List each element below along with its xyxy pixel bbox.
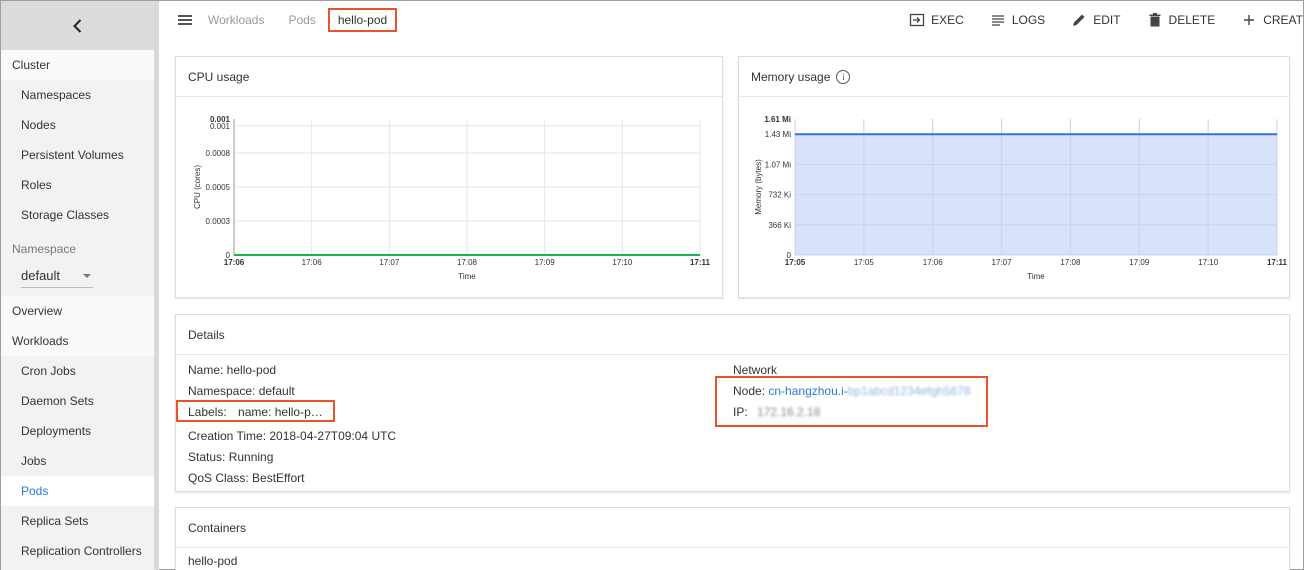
details-card: Details Name: hello-pod Namespace: defau…: [175, 314, 1290, 492]
action-bar: EXEC LOGS EDIT DELETE CREAT: [883, 1, 1303, 39]
x-tick-label: 17:06: [923, 258, 944, 267]
memory-chart: 1.61 Mi1.43 Mi1.07 Mi732 Ki366 Ki017:05 1…: [754, 115, 1288, 281]
logs-icon: [991, 15, 1004, 26]
sidebar-item-deployments[interactable]: Deployments: [1, 416, 154, 446]
y-tick-label: 0.0003: [206, 217, 231, 226]
y-tick-label: 732 Ki: [768, 191, 791, 200]
exec-button[interactable]: EXEC: [909, 12, 964, 28]
sidebar-item-nodes[interactable]: Nodes: [1, 110, 154, 140]
plus-icon: [1244, 15, 1255, 25]
breadcrumb-workloads[interactable]: Workloads: [208, 13, 264, 27]
memory-usage-card: Memory usage i 1.61 Mi 1.43 Mi 1.07 Mi 732 …: [738, 56, 1290, 298]
chevron-left-icon: [72, 18, 81, 33]
x-tick-label: 17:11: [1267, 258, 1288, 267]
y-tick-label: 1.61 Mi: [764, 115, 791, 124]
x-tick-label: 17:10: [612, 258, 633, 267]
detail-name: Name: hello-pod: [188, 363, 277, 377]
y-tick-label: 0.001: [210, 122, 231, 131]
sidebar-item-cluster[interactable]: Cluster: [1, 50, 154, 80]
x-tick-label: 17:10: [1198, 258, 1219, 267]
x-tick-label: 17:05: [785, 258, 806, 267]
sidebar-item-replica-sets[interactable]: Replica Sets: [1, 506, 154, 536]
breadcrumb-pods[interactable]: Pods: [288, 13, 315, 27]
x-tick-label: 17:06: [302, 258, 323, 267]
namespace-select[interactable]: default: [21, 264, 93, 288]
create-button[interactable]: CREAT: [1241, 12, 1303, 28]
x-tick-label: 17:06: [224, 258, 245, 267]
exec-label: EXEC: [931, 13, 964, 27]
y-axis-label: CPU (cores): [193, 165, 202, 209]
sidebar-item-namespaces[interactable]: Namespaces: [1, 80, 154, 110]
detail-status: Status: Running: [188, 450, 274, 464]
sidebar-item-pods[interactable]: Pods: [1, 476, 154, 506]
pencil-icon: [1073, 14, 1085, 26]
y-tick-label: 0.0005: [206, 183, 231, 192]
x-tick-label: 17:09: [1129, 258, 1150, 267]
sidebar-item-workloads[interactable]: Workloads: [1, 326, 154, 356]
memory-usage-title: Memory usage: [751, 69, 831, 84]
sidebar-item-replication-controllers[interactable]: Replication Controllers: [1, 536, 154, 566]
container-item[interactable]: hello-pod: [176, 548, 1289, 570]
chevron-down-icon: [83, 273, 91, 278]
memory-usage-header: Memory usage i: [739, 57, 1289, 97]
y-tick-label: 0.0008: [206, 149, 231, 158]
detail-creation-time: Creation Time: 2018-04-27T09:04 UTC: [188, 429, 397, 443]
x-tick-label: 17:11: [690, 258, 711, 267]
sidebar-item-roles[interactable]: Roles: [1, 170, 154, 200]
delete-button[interactable]: DELETE: [1147, 12, 1216, 28]
labels-highlight: [176, 400, 335, 422]
namespace-label: Namespace: [12, 242, 77, 256]
logs-label: LOGS: [1011, 13, 1046, 27]
exec-icon: [909, 13, 925, 27]
containers-card: Containers hello-pod: [175, 507, 1290, 570]
sidebar-item-jobs[interactable]: Jobs: [1, 446, 154, 476]
top-bar: Workloads Pods hello-pod EXEC LOGS EDIT …: [164, 1, 1303, 39]
delete-label: DELETE: [1168, 13, 1216, 27]
edit-button[interactable]: EDIT: [1071, 12, 1121, 28]
x-axis-label: Time: [458, 272, 476, 281]
sidebar-item-cron-jobs[interactable]: Cron Jobs: [1, 356, 154, 386]
y-tick-label: 1.07 Mi: [765, 161, 791, 170]
containers-title: Containers: [176, 508, 1289, 548]
edit-label: EDIT: [1093, 13, 1121, 27]
cpu-chart: 0.0010.0010.00080.00050.0003017:06 17:06 1…: [193, 115, 711, 281]
sidebar-item-overview[interactable]: Overview: [1, 296, 154, 326]
info-icon[interactable]: i: [836, 69, 851, 84]
sidebar: Cluster Namespaces Nodes Persistent Volumes…: [1, 1, 159, 570]
x-tick-label: 17:08: [1060, 258, 1081, 267]
detail-qos-class: QoS Class: BestEffort: [188, 471, 305, 485]
y-tick-label: 1.43 Mi: [765, 130, 791, 139]
cpu-usage-title: CPU usage: [176, 57, 722, 97]
sidebar-item-storage-classes[interactable]: Storage Classes: [1, 200, 154, 230]
y-tick-label: 366 Ki: [768, 221, 791, 230]
detail-namespace: Namespace: default: [188, 384, 295, 398]
logs-button[interactable]: LOGS: [990, 12, 1045, 28]
x-axis-label: Time: [1027, 272, 1045, 281]
x-tick-label: 17:09: [535, 258, 556, 267]
cpu-usage-card: CPU usage 0.001 0.001 0.0008 0.0005 0.0003 0 1…: [175, 56, 723, 298]
sidebar-item-daemon-sets[interactable]: Daemon Sets: [1, 386, 154, 416]
back-button[interactable]: [1, 1, 154, 50]
network-title: Network: [733, 363, 778, 377]
create-label: CREAT: [1263, 13, 1303, 27]
x-tick-label: 17:07: [992, 258, 1013, 267]
menu-icon[interactable]: [178, 15, 192, 25]
y-axis-label: Memory (bytes): [754, 159, 763, 215]
breadcrumb-current: hello-pod: [327, 8, 398, 32]
sidebar-item-persistent-volumes[interactable]: Persistent Volumes: [1, 140, 154, 170]
x-tick-label: 17:08: [457, 258, 478, 267]
x-tick-label: 17:05: [854, 258, 875, 267]
trash-icon: [1149, 13, 1161, 27]
namespace-value: default: [21, 268, 61, 283]
x-tick-label: 17:07: [379, 258, 400, 267]
network-highlight: [715, 376, 988, 427]
details-title: Details: [176, 315, 1289, 355]
